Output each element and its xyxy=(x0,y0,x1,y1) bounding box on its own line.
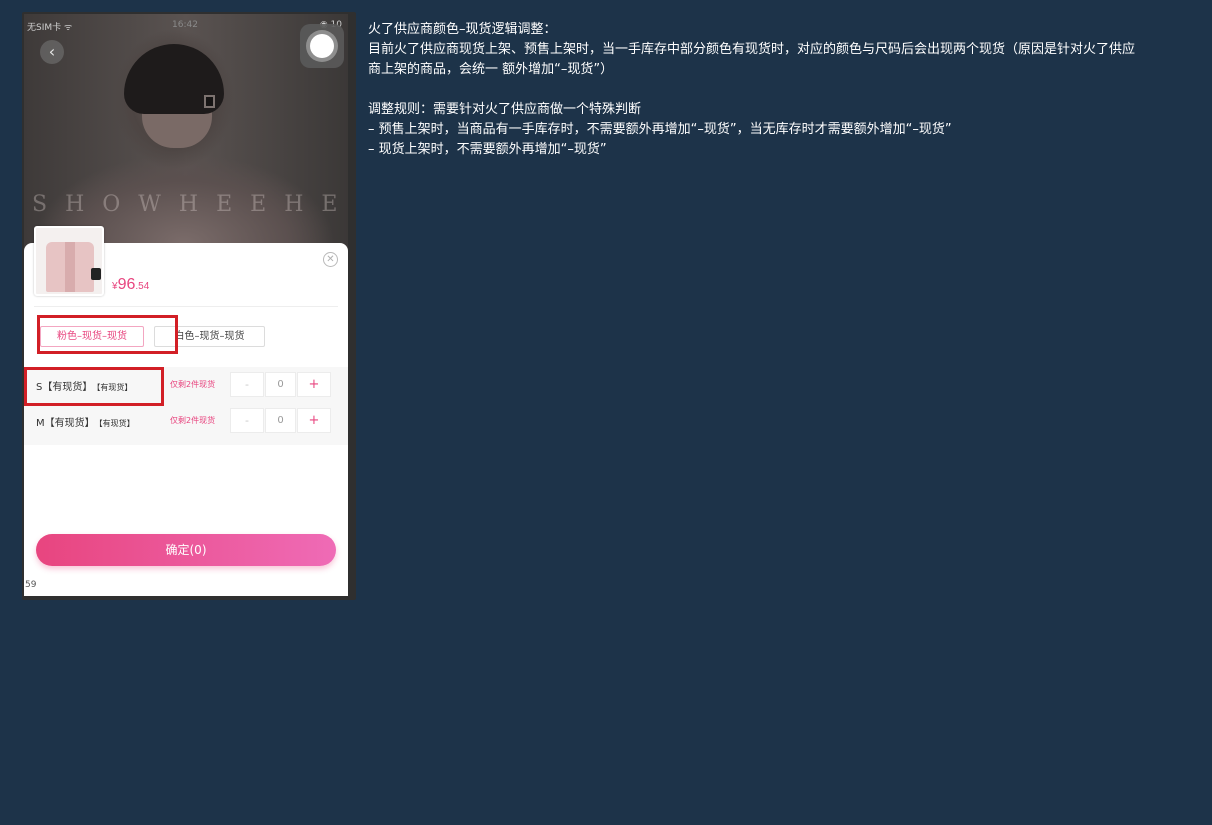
highlight-box-color xyxy=(37,315,178,354)
notes-line: 目前火了供应商现货上架、预售上架时，当一手库存中部分颜色有现货时，对应的颜色与尺… xyxy=(368,42,1136,57)
carrier-label: 无SIM卡 ᯤ xyxy=(27,23,73,33)
brand-watermark: SHOWHEEHEE xyxy=(32,192,348,217)
size-row-m: M【有现货】 【有现货】 仅剩2件现货 - 0 + xyxy=(24,403,348,439)
quantity-stepper: - 0 + xyxy=(230,408,334,433)
increment-button[interactable]: + xyxy=(297,408,331,433)
rule-item: – 预售上架时，当商品有一手库存时，不需要额外再增加“–现货”，当无库存时才需要… xyxy=(368,122,952,137)
wifi-icon: ᯤ xyxy=(64,23,73,33)
decrement-button[interactable]: - xyxy=(230,408,264,433)
jacket-image xyxy=(46,242,94,292)
corner-number: 59 xyxy=(25,580,37,590)
screen-record-button[interactable] xyxy=(300,24,344,68)
increment-button[interactable]: + xyxy=(297,372,331,397)
stock-note: 仅剩2件现货 xyxy=(170,380,216,389)
rule-item: – 现货上架时，不需要额外再增加“–现货” xyxy=(368,142,607,157)
rule-title: 调整规则：需要针对火了供应商做一个特殊判断 xyxy=(368,102,642,117)
back-button[interactable]: ‹ xyxy=(40,40,64,64)
record-dot-icon xyxy=(310,34,334,58)
decrement-button[interactable]: - xyxy=(230,372,264,397)
quantity-field[interactable]: 0 xyxy=(265,408,296,433)
product-thumbnail xyxy=(34,226,104,296)
highlight-box-size xyxy=(24,367,164,406)
size-label: M【有现货】 【有现货】 xyxy=(36,418,135,429)
notes-line: 商上架的商品，会统一 额外增加“–现货”） xyxy=(368,62,614,77)
accessory-image xyxy=(91,268,101,280)
confirm-button[interactable]: 确定(0) xyxy=(36,534,336,566)
chevron-left-icon: ‹ xyxy=(48,42,56,61)
stock-note: 仅剩2件现货 xyxy=(170,416,216,425)
annotation-notes: 火了供应商颜色–现货逻辑调整： 目前火了供应商现货上架、预售上架时，当一手库存中… xyxy=(368,20,1198,160)
quantity-field[interactable]: 0 xyxy=(265,372,296,397)
phone-screenshot: SHOWHEEHEE 无SIM卡 ᯤ 16:42 ◉ 10 ‹ ✕ ¥96.54… xyxy=(22,12,356,600)
product-price: ¥96.54 xyxy=(112,276,150,293)
status-time: 16:42 xyxy=(172,20,198,30)
earring xyxy=(204,95,215,108)
close-icon[interactable]: ✕ xyxy=(323,252,338,267)
divider xyxy=(34,306,338,307)
product-photo: SHOWHEEHEE 无SIM卡 ᯤ 16:42 ◉ 10 ‹ xyxy=(24,14,348,254)
quantity-stepper: - 0 + xyxy=(230,372,334,397)
phone-screen: SHOWHEEHEE 无SIM卡 ᯤ 16:42 ◉ 10 ‹ ✕ ¥96.54… xyxy=(24,14,348,596)
notes-title: 火了供应商颜色–现货逻辑调整： xyxy=(368,22,557,37)
